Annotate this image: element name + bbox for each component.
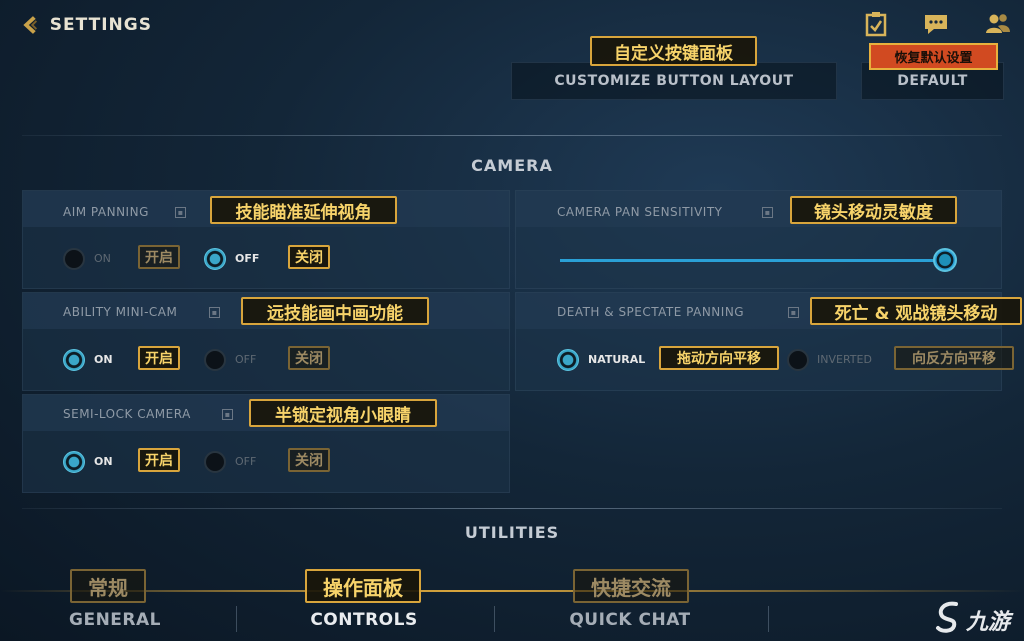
nav-separator bbox=[236, 606, 237, 632]
semi-lock-camera-annotation: 半锁定视角小眼睛 bbox=[249, 399, 437, 427]
watermark-logo: 九游 bbox=[934, 596, 1022, 638]
aim-panning-off-label: OFF bbox=[235, 252, 260, 265]
tab-quick-chat-annotation: 快捷交流 bbox=[573, 569, 689, 603]
info-icon[interactable]: ▪ bbox=[209, 307, 220, 318]
friends-icon[interactable] bbox=[984, 10, 1012, 38]
aim-panning-off-annotation: 关闭 bbox=[288, 245, 330, 269]
customize-button-layout-button[interactable]: CUSTOMIZE BUTTON LAYOUT bbox=[511, 62, 837, 100]
section-divider bbox=[22, 135, 1002, 136]
watermark-text: 九游 bbox=[966, 610, 1011, 635]
aim-panning-on-radio[interactable] bbox=[63, 248, 85, 270]
aim-panning-off-radio[interactable] bbox=[204, 248, 226, 270]
nav-separator bbox=[768, 606, 769, 632]
semi-lock-camera-on-label: ON bbox=[94, 455, 113, 468]
ability-mini-cam-on-radio[interactable] bbox=[63, 349, 85, 371]
death-spectate-panning-annotation: 死亡 & 观战镜头移动 bbox=[810, 297, 1022, 325]
aim-panning-label: AIM PANNING bbox=[63, 205, 149, 219]
death-spectate-natural-annotation: 拖动方向平移 bbox=[659, 346, 779, 370]
death-spectate-inverted-radio[interactable] bbox=[787, 349, 809, 371]
info-icon[interactable]: ▪ bbox=[222, 409, 233, 420]
checklist-icon[interactable] bbox=[862, 10, 890, 38]
camera-pan-sensitivity-slider-thumb[interactable] bbox=[933, 248, 957, 272]
aim-panning-on-label: ON bbox=[94, 252, 111, 265]
utilities-section-title: UTILITIES bbox=[464, 523, 560, 542]
info-icon[interactable]: ▪ bbox=[762, 207, 773, 218]
semi-lock-camera-off-label: OFF bbox=[235, 455, 257, 468]
death-spectate-inverted-label: INVERTED bbox=[817, 353, 872, 366]
customize-annotation: 自定义按键面板 bbox=[590, 36, 757, 66]
semi-lock-camera-off-annotation: 关闭 bbox=[288, 448, 330, 472]
camera-pan-sensitivity-slider-track[interactable] bbox=[560, 259, 945, 262]
ability-mini-cam-annotation: 远技能画中画功能 bbox=[241, 297, 429, 325]
ability-mini-cam-off-annotation: 关闭 bbox=[288, 346, 330, 370]
tab-general-annotation: 常规 bbox=[70, 569, 146, 603]
page-title: SETTINGS bbox=[49, 15, 152, 35]
back-button[interactable]: SETTINGS bbox=[22, 8, 152, 42]
watermark-swirl-icon bbox=[936, 601, 958, 633]
default-annotation: 恢复默认设置 bbox=[869, 43, 998, 70]
semi-lock-camera-off-radio[interactable] bbox=[204, 451, 226, 473]
tab-controls[interactable]: CONTROLS bbox=[289, 610, 439, 630]
ability-mini-cam-on-annotation: 开启 bbox=[138, 346, 180, 370]
customize-button-label: CUSTOMIZE BUTTON LAYOUT bbox=[554, 73, 794, 89]
bottom-nav: GENERAL CONTROLS QUICK CHAT bbox=[0, 588, 1024, 641]
camera-pan-sensitivity-label: CAMERA PAN SENSITIVITY bbox=[557, 205, 723, 219]
tab-quick-chat[interactable]: QUICK CHAT bbox=[555, 610, 705, 630]
nav-active-indicator bbox=[0, 590, 1024, 592]
default-button-label: DEFAULT bbox=[897, 73, 968, 89]
semi-lock-camera-on-annotation: 开启 bbox=[138, 448, 180, 472]
ability-mini-cam-off-radio[interactable] bbox=[204, 349, 226, 371]
aim-panning-annotation: 技能瞄准延伸视角 bbox=[210, 196, 397, 224]
semi-lock-camera-on-radio[interactable] bbox=[63, 451, 85, 473]
tab-general[interactable]: GENERAL bbox=[40, 610, 190, 630]
ability-mini-cam-off-label: OFF bbox=[235, 353, 257, 366]
camera-section-title: CAMERA bbox=[471, 156, 553, 175]
back-chevron-icon bbox=[23, 16, 38, 34]
death-spectate-natural-label: NATURAL bbox=[588, 353, 646, 366]
aim-panning-on-annotation: 开启 bbox=[138, 245, 180, 269]
death-spectate-natural-radio[interactable] bbox=[557, 349, 579, 371]
camera-pan-sensitivity-annotation: 镜头移动灵敏度 bbox=[790, 196, 957, 224]
semi-lock-camera-label: SEMI-LOCK CAMERA bbox=[63, 407, 191, 421]
ability-mini-cam-on-label: ON bbox=[94, 353, 113, 366]
info-icon[interactable]: ▪ bbox=[788, 307, 799, 318]
nav-separator bbox=[494, 606, 495, 632]
chat-icon[interactable] bbox=[922, 10, 950, 38]
tab-controls-annotation: 操作面板 bbox=[305, 569, 421, 603]
section-divider bbox=[22, 508, 1002, 509]
death-spectate-inverted-annotation: 向反方向平移 bbox=[894, 346, 1014, 370]
info-icon[interactable]: ▪ bbox=[175, 207, 186, 218]
ability-mini-cam-label: ABILITY MINI-CAM bbox=[63, 305, 178, 319]
death-spectate-panning-label: DEATH & SPECTATE PANNING bbox=[557, 305, 745, 319]
